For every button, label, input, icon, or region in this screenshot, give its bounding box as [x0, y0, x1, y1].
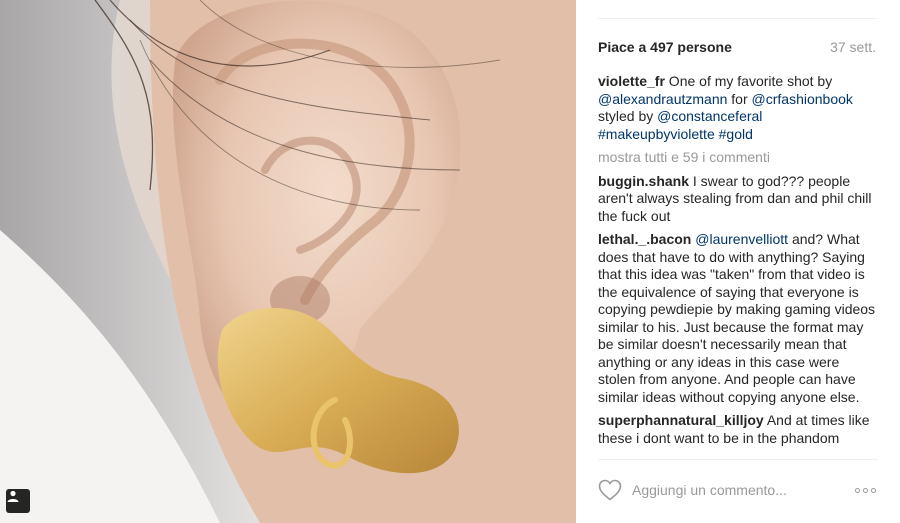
- mention-link[interactable]: @crfashionbook: [752, 91, 853, 107]
- more-options-icon[interactable]: [849, 484, 876, 497]
- header-divider: [598, 18, 878, 19]
- dot: [863, 487, 868, 493]
- mention-link[interactable]: @laurenvelliott: [695, 231, 788, 247]
- comment-bar: [598, 477, 876, 503]
- caption-username[interactable]: violette_fr: [598, 73, 665, 89]
- post-photo[interactable]: [0, 0, 576, 523]
- post-time[interactable]: 37 sett.: [830, 39, 876, 55]
- comment-text: styled by: [598, 108, 658, 124]
- comment-body: @laurenvelliott and? What does that have…: [598, 231, 875, 405]
- mention-link[interactable]: #gold: [719, 126, 753, 142]
- comments-fade: [576, 445, 900, 459]
- comment-item: buggin.shank I swear to god??? people ar…: [598, 173, 876, 226]
- ear-earring-image: [0, 0, 576, 523]
- comments-list[interactable]: violette_fr One of my favorite shot by @…: [598, 73, 876, 459]
- mention-link[interactable]: @alexandrautzmann: [598, 91, 727, 107]
- comment-text: and? What does that have to do with anyt…: [598, 231, 876, 405]
- comment-text: for: [727, 90, 752, 107]
- comment-text: One of my favorite shot by: [664, 73, 833, 89]
- comment-item: superphannatural_killjoy And at times li…: [598, 412, 876, 447]
- comment-item: lethal._.bacon @laurenvelliott and? What…: [598, 231, 876, 406]
- comment-username[interactable]: lethal._.bacon: [598, 231, 691, 247]
- comment-username[interactable]: buggin.shank: [598, 173, 689, 189]
- caption: violette_fr One of my favorite shot by @…: [598, 73, 876, 143]
- likes-count[interactable]: Piace a 497 persone: [598, 39, 732, 55]
- dot: [855, 487, 860, 493]
- add-comment-input[interactable]: [632, 482, 849, 498]
- show-all-comments-link[interactable]: mostra tutti e 59 i commenti: [598, 149, 876, 167]
- user-tag-icon: [7, 490, 19, 502]
- heart-outline-icon[interactable]: [598, 479, 622, 501]
- footer-divider: [598, 459, 878, 460]
- post-info-panel: Piace a 497 persone 37 sett. violette_fr…: [576, 0, 900, 523]
- instagram-post: Piace a 497 persone 37 sett. violette_fr…: [0, 0, 900, 523]
- user-tag-button[interactable]: [6, 489, 30, 513]
- dot: [871, 487, 876, 493]
- mention-link[interactable]: @constanceferal: [657, 108, 762, 124]
- likes-row: Piace a 497 persone 37 sett.: [598, 37, 876, 57]
- mention-link[interactable]: #makeupbyviolette: [598, 126, 715, 142]
- comment-username[interactable]: superphannatural_killjoy: [598, 412, 764, 428]
